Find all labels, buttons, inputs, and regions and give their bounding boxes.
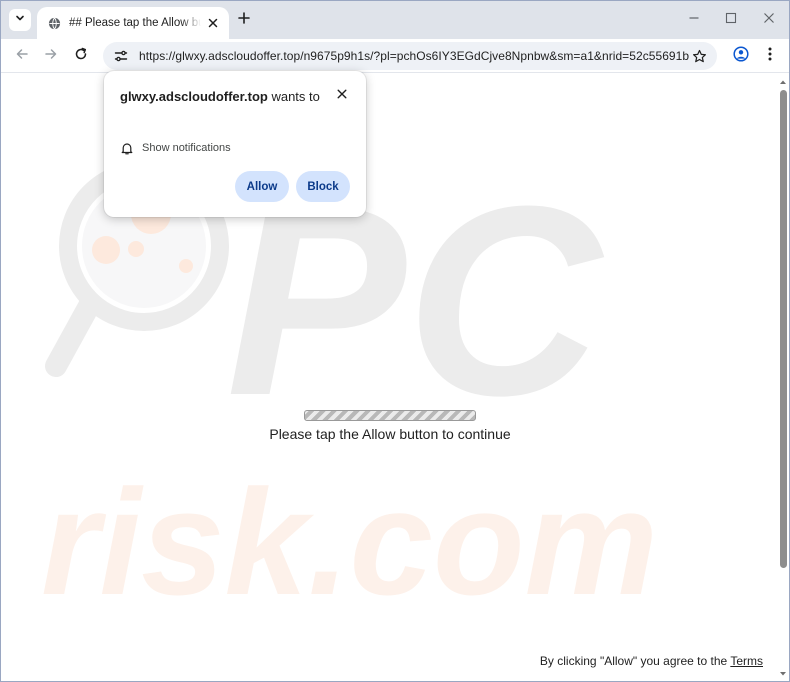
maximize-icon — [725, 11, 737, 29]
allow-button[interactable]: Allow — [235, 171, 289, 202]
globe-icon — [47, 16, 61, 30]
arrow-right-icon — [44, 47, 58, 66]
tune-icon[interactable] — [111, 46, 131, 66]
popup-title: glwxy.adscloudoffer.top wants to — [120, 87, 326, 107]
profile-button[interactable] — [730, 45, 752, 67]
block-button[interactable]: Block — [296, 171, 350, 202]
page-message: Please tap the Allow button to continue — [269, 426, 511, 442]
tab-active[interactable]: ## Please tap the Allow button — [37, 7, 229, 39]
chevron-down-icon — [14, 11, 26, 29]
minimize-button[interactable] — [685, 11, 703, 29]
close-icon — [337, 86, 347, 104]
permission-row: Show notifications — [120, 141, 231, 155]
kebab-icon — [768, 47, 772, 66]
minimize-icon — [688, 11, 700, 29]
footer-prefix: By clicking "Allow" you agree to the — [539, 654, 731, 668]
reload-icon — [74, 47, 88, 66]
scroll-down-arrow-icon[interactable] — [779, 670, 787, 678]
new-tab-button[interactable] — [235, 11, 253, 29]
permission-label: Show notifications — [142, 142, 231, 154]
browser-window: ## Please tap the Allow button — [0, 0, 790, 682]
vertical-scrollbar[interactable] — [779, 78, 787, 678]
back-button[interactable] — [11, 45, 33, 67]
popup-wants-text: wants to — [267, 89, 320, 104]
close-icon[interactable] — [205, 15, 221, 31]
terms-link[interactable]: Terms — [730, 654, 763, 668]
maximize-button[interactable] — [722, 11, 740, 29]
menu-button[interactable] — [759, 45, 781, 67]
notification-permission-popup: glwxy.adscloudoffer.top wants to Show no… — [104, 71, 366, 217]
progress-bar — [304, 410, 476, 421]
tab-search-button[interactable] — [9, 9, 31, 31]
tab-strip: ## Please tap the Allow button — [1, 1, 789, 39]
forward-button[interactable] — [40, 45, 62, 67]
scrollbar-thumb[interactable] — [780, 90, 787, 568]
star-icon[interactable] — [689, 46, 709, 66]
address-bar[interactable]: https://glwxy.adscloudoffer.top/n9675p9h… — [103, 42, 717, 70]
close-icon — [763, 11, 775, 29]
reload-button[interactable] — [70, 45, 92, 67]
account-icon — [733, 45, 749, 67]
watermark-risk-text: risk.com — [41, 458, 658, 626]
arrow-left-icon — [15, 47, 29, 66]
footer-text: By clicking "Allow" you agree to the Ter… — [540, 654, 763, 668]
url-text[interactable]: https://glwxy.adscloudoffer.top/n9675p9h… — [139, 49, 689, 63]
scroll-up-arrow-icon[interactable] — [779, 78, 787, 86]
bell-icon — [120, 141, 134, 155]
popup-domain: glwxy.adscloudoffer.top — [120, 89, 268, 104]
browser-toolbar: https://glwxy.adscloudoffer.top/n9675p9h… — [1, 39, 789, 73]
popup-close-button[interactable] — [334, 87, 350, 103]
window-close-button[interactable] — [760, 11, 778, 29]
plus-icon — [238, 11, 250, 29]
tab-title: ## Please tap the Allow button — [69, 17, 201, 29]
